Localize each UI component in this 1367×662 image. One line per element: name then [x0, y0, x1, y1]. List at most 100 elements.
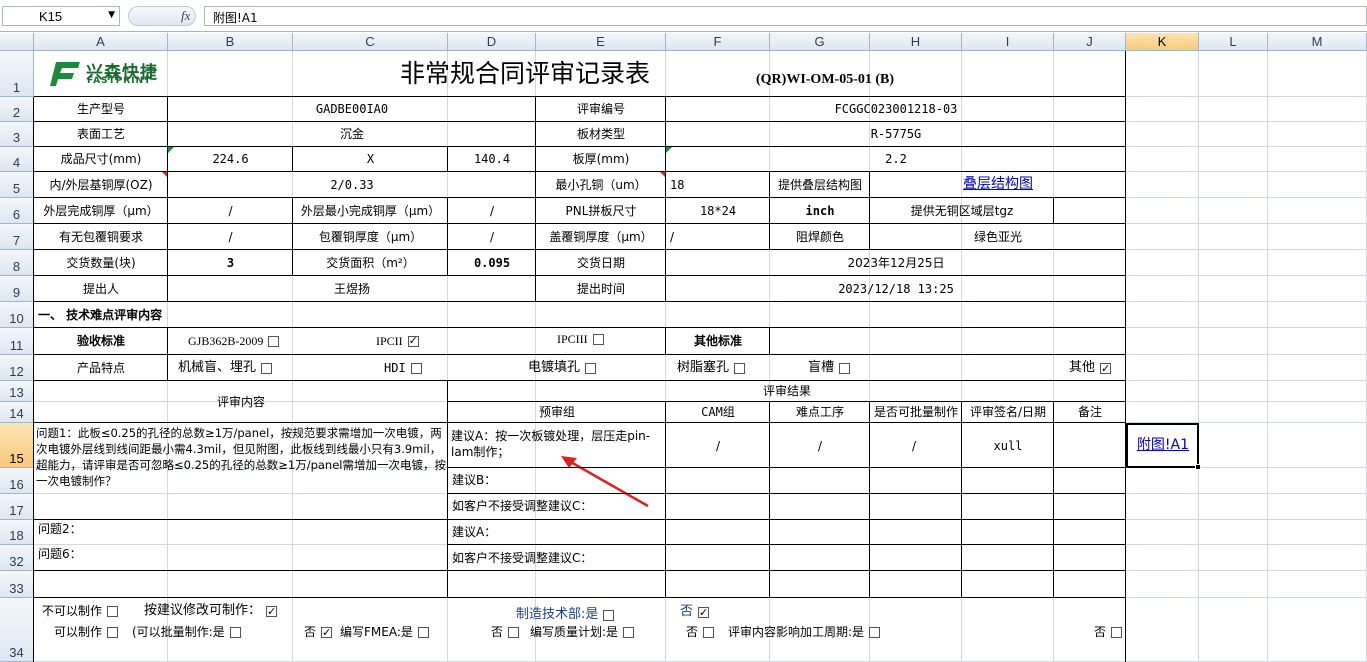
opt-blind[interactable]: 盲槽 [804, 355, 864, 381]
opt-other[interactable]: 其他 ✓ [1065, 355, 1125, 381]
table-border-h [448, 493, 1126, 494]
value-area[interactable]: 0.095 [448, 250, 536, 276]
value-proposed-time[interactable]: 2023/12/18 13:25 [666, 276, 1126, 302]
checkbox-other[interactable]: ✓ [1100, 362, 1112, 374]
opt-resin-label: 树脂塞孔 [677, 359, 730, 375]
checkbox-ipcii[interactable]: ✓ [407, 336, 419, 347]
opt-ipcii-label: IPCII [376, 334, 403, 348]
value-solder-color[interactable]: 绿色亚光 [870, 224, 1126, 250]
table-border-h [34, 171, 1126, 172]
opt-cycle-no-label: 否 [1094, 624, 1107, 639]
question-2[interactable]: 问题2： [34, 518, 234, 540]
table-border-v [769, 402, 770, 598]
opt-modify[interactable]: 按建议修改可制作： ✓ [140, 601, 300, 621]
label-acceptance: 验收标准 [76, 334, 125, 348]
checkbox-fmea-yes[interactable] [417, 626, 429, 638]
checkbox-mfg-no[interactable]: ✓ [698, 606, 710, 618]
opt-fmea-yes[interactable]: 编写FMEA:是 [336, 622, 446, 642]
opt-gjb[interactable]: GJB362B-2009 [184, 328, 324, 355]
opt-mech[interactable]: 机械盲、埋孔 [174, 355, 294, 381]
checkbox-hdi[interactable] [410, 362, 422, 374]
opt-mfg-yes-label: 制造技术部:是 [516, 606, 599, 622]
value-review-no[interactable]: FCGGC023001218-03 [666, 97, 1126, 122]
opt-cycle-no[interactable]: 否 [1090, 622, 1130, 642]
opt-fill[interactable]: 电镀填孔 [524, 355, 614, 381]
signature-value[interactable]: xull [962, 425, 1054, 467]
checkbox-qp-yes[interactable] [623, 626, 635, 638]
value-min-hole-copper[interactable]: 18 [666, 172, 770, 198]
checkbox-mech[interactable] [261, 362, 273, 374]
checkbox-modify[interactable]: ✓ [266, 605, 278, 617]
value-due-date[interactable]: 2023年12月25日 [666, 250, 1126, 276]
table-border-v [167, 97, 168, 302]
checkbox-cycle-yes[interactable] [869, 626, 881, 638]
fill-handle[interactable] [1195, 464, 1201, 470]
selected-cell-k15[interactable] [1126, 423, 1199, 468]
comment-marker-a4[interactable] [168, 147, 174, 153]
suggestion-2a[interactable]: 建议A： [448, 520, 666, 545]
opt-cycle-yes[interactable]: 评审内容影响加工周期:是 [724, 622, 904, 642]
value-base-copper[interactable]: 2/0.33 [168, 172, 536, 198]
value-size-x[interactable]: 224.6 [168, 147, 293, 172]
label-area: 交货面积（m²） [326, 255, 415, 270]
value-size-sep[interactable]: X [293, 147, 448, 172]
checkbox-cycle-no[interactable] [1111, 626, 1123, 638]
comment-marker-f4[interactable] [666, 147, 672, 153]
opt-mfg-no-label: 否 [680, 603, 694, 619]
table-border-h [34, 197, 1126, 198]
table-border-v [447, 198, 448, 276]
checkbox-batch-no[interactable]: ✓ [321, 626, 333, 638]
checkbox-can[interactable] [107, 626, 119, 638]
value-qty[interactable]: 3 [168, 250, 293, 276]
value-outer-min-copper[interactable]: / [448, 198, 536, 224]
label-pnl-size: PNL拼板尺寸 [565, 203, 637, 218]
stackup-link[interactable]: 叠层结构图 [870, 172, 1126, 198]
opt-batch-no[interactable]: 否 ✓ [300, 622, 340, 642]
cam-result[interactable]: / [666, 425, 770, 467]
opt-mech-label: 机械盲、埋孔 [178, 359, 257, 375]
value-wrap-copper[interactable]: / [448, 224, 536, 250]
opt-can[interactable]: 可以制作 [50, 622, 130, 642]
question-1[interactable]: 问题1：此板≤0.25的孔径的总数≥1万/panel，按规范要求需增加一次电镀，… [36, 425, 446, 495]
value-model[interactable]: GADBE00IA0 [168, 97, 536, 122]
checkbox-batch-yes[interactable] [229, 626, 241, 638]
opt-ipciii[interactable]: IPCIII [553, 326, 623, 353]
question-6[interactable]: 问题6： [34, 543, 234, 565]
opt-qp-no[interactable]: 否 [682, 622, 722, 642]
value-pnl-unit[interactable]: inch [770, 198, 870, 224]
checkbox-fmea-no[interactable] [508, 626, 520, 638]
opt-hdi[interactable]: HDI [380, 355, 440, 381]
checkbox-gjb[interactable] [268, 336, 280, 347]
value-wrap-copper-req[interactable]: / [168, 224, 293, 250]
checkbox-blind[interactable] [839, 362, 851, 374]
table-border-h [34, 597, 1126, 598]
table-border-h [34, 570, 1126, 571]
opt-qp-yes[interactable]: 编写质量计划:是 [526, 622, 656, 642]
suggestion-6c[interactable]: 如客户不接受调整建议C： [448, 546, 666, 571]
checkbox-ipciii[interactable] [592, 334, 604, 345]
value-board-type[interactable]: R-5775G [666, 122, 1126, 147]
value-cap-copper[interactable]: / [666, 224, 770, 250]
checkbox-qp-no[interactable] [703, 626, 715, 638]
checkbox-cannot[interactable] [107, 605, 119, 617]
opt-mfg-no[interactable]: 否 ✓ [676, 602, 726, 622]
batch-result[interactable]: / [866, 425, 962, 467]
value-thickness[interactable]: 2.2 [666, 147, 1126, 172]
opt-batch-yes[interactable]: (可以批量制作:是 [128, 622, 268, 642]
checkbox-fill[interactable] [585, 362, 597, 374]
label-due-date: 交货日期 [576, 255, 625, 270]
opt-ipcii[interactable]: IPCII ✓ [372, 328, 442, 355]
checkbox-mfg-yes[interactable] [603, 609, 615, 621]
process-result[interactable]: / [770, 425, 870, 467]
opt-resin[interactable]: 树脂塞孔 [673, 355, 763, 381]
opt-fmea-no[interactable]: 否 [487, 622, 527, 642]
table-border-v [869, 172, 870, 250]
value-outer-copper[interactable]: / [168, 198, 293, 224]
value-size-y[interactable]: 140.4 [448, 147, 536, 172]
value-pnl-size[interactable]: 18*24 [666, 198, 770, 224]
value-proposer[interactable]: 王煜扬 [168, 276, 536, 302]
label-no-copper-tgz: 提供无铜区域层tgz [910, 203, 1014, 218]
opt-cannot[interactable]: 不可以制作 [38, 601, 138, 621]
checkbox-resin[interactable] [734, 362, 746, 374]
value-surface[interactable]: 沉金 [168, 122, 536, 147]
